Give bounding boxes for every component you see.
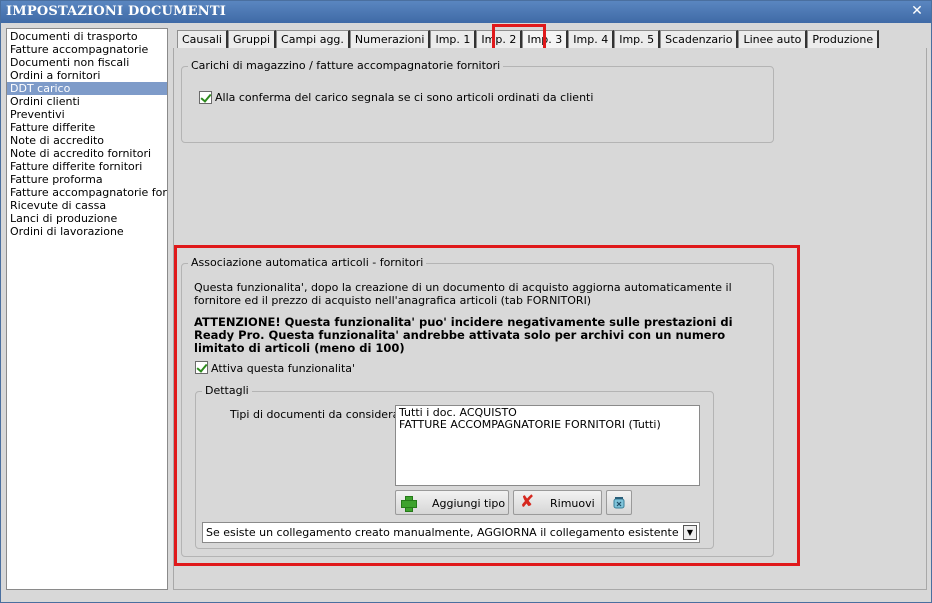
tab-scadenzario[interactable]: Scadenzario [660,30,739,49]
document-type-item[interactable]: Ordini clienti [7,95,167,108]
tab-linee-auto[interactable]: Linee auto [738,30,808,49]
document-type-item[interactable]: DDT carico [7,82,167,95]
doc-types-label: Tipi di documenti da considerare: [230,408,415,421]
settings-window: IMPOSTAZIONI DOCUMENTI ✕ Documenti di tr… [0,0,932,603]
update-link-select-value: Se esiste un collegamento creato manualm… [206,526,679,539]
remove-button[interactable]: ✘ Rimuovi [513,490,602,515]
tab-gruppi[interactable]: Gruppi [227,30,277,49]
description-line: fornitore ed il prezzo di acquisto nell'… [194,294,592,307]
description-line: Questa funzionalita', dopo la creazione … [194,281,732,294]
broom-icon [613,497,625,509]
document-type-item[interactable]: Note di accredito fornitori [7,147,167,160]
segnala-ordinati-label: Alla conferma del carico segnala se ci s… [215,91,594,104]
close-icon[interactable]: ✕ [909,3,925,19]
tab-campi-agg[interactable]: Campi agg. [276,30,350,49]
description-text: Questa funzionalita', dopo la creazione … [194,281,732,307]
document-type-item[interactable]: Fatture differite [7,121,167,134]
document-type-item[interactable]: Lanci di produzione [7,212,167,225]
document-type-item[interactable]: Preventivi [7,108,167,121]
group-associazione-legend: Associazione automatica articoli - forni… [188,256,427,269]
document-type-item[interactable]: Fatture accompagnatorie fornitori [7,186,167,199]
document-type-item[interactable]: Documenti non fiscali [7,56,167,69]
chevron-down-icon[interactable]: ▼ [683,525,697,540]
group-carichi: Carichi di magazzino / fatture accompagn… [181,59,774,143]
document-type-item[interactable]: Fatture differite fornitori [7,160,167,173]
window-title: IMPOSTAZIONI DOCUMENTI [6,4,227,19]
attiva-funzionalita-checkbox[interactable] [195,361,208,374]
segnala-ordinati-checkbox[interactable] [199,91,212,104]
document-type-item[interactable]: Fatture accompagnatorie [7,43,167,56]
remove-button-label: Rimuovi [550,497,595,510]
plus-icon [401,496,417,512]
tab-causali[interactable]: Causali [177,30,228,49]
warning-text: ATTENZIONE! Questa funzionalita' puo' in… [194,316,733,355]
tab-produzione[interactable]: Produzione [807,30,880,49]
document-type-item[interactable]: Documenti di trasporto [7,30,167,43]
document-type-list[interactable]: Documenti di trasporto Fatture accompagna… [6,28,168,590]
document-type-item[interactable]: Ricevute di cassa [7,199,167,212]
document-type-item[interactable]: Note di accredito [7,134,167,147]
group-carichi-legend: Carichi di magazzino / fatture accompagn… [188,59,504,72]
tab-numerazioni[interactable]: Numerazioni [349,30,431,49]
add-type-button[interactable]: Aggiungi tipo [395,490,509,515]
warning-line: limitato di articoli (meno di 100) [194,341,405,355]
clear-button[interactable] [606,490,632,515]
attiva-funzionalita-label: Attiva questa funzionalita' [211,362,356,375]
document-type-item[interactable]: Ordini a fornitori [7,69,167,82]
add-type-button-label: Aggiungi tipo [432,497,506,510]
title-bar: IMPOSTAZIONI DOCUMENTI ✕ [1,1,931,23]
document-type-item[interactable]: Ordini di lavorazione [7,225,167,238]
tab-bar: Causali Gruppi Campi agg. Numerazioni Imp. 1… [177,29,880,49]
remove-x-icon: ✘ [520,492,535,512]
tab-imp-5[interactable]: Imp. 5 [614,30,661,49]
document-type-item[interactable]: Fatture proforma [7,173,167,186]
tab-imp-4[interactable]: Imp. 4 [568,30,615,49]
group-dettagli-legend: Dettagli [202,384,252,397]
update-link-select[interactable]: Se esiste un collegamento creato manualm… [202,522,700,543]
doc-type-item[interactable]: FATTURE ACCOMPAGNATORIE FORNITORI (Tutti… [399,419,696,431]
tab-imp-3[interactable]: Imp. 3 [522,30,569,49]
doc-types-listbox[interactable]: Tutti i doc. ACQUISTO FATTURE ACCOMPAGNAT… [395,405,700,486]
tab-imp-2[interactable]: Imp. 2 [476,30,523,49]
tab-imp-1[interactable]: Imp. 1 [430,30,477,49]
